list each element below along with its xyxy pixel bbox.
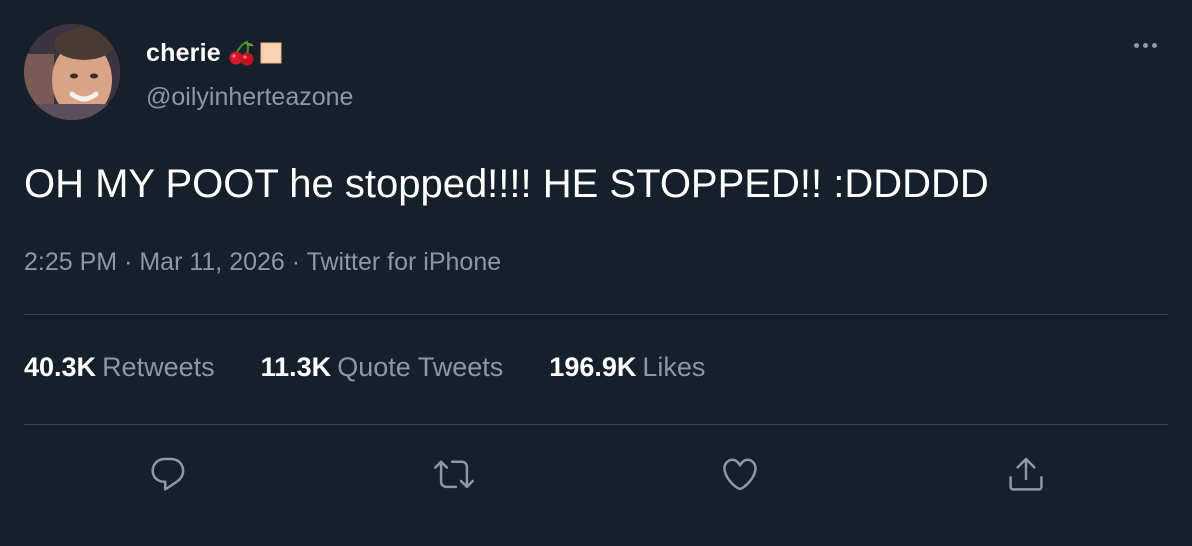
retweet-icon (434, 460, 474, 489)
tweet-stats: 40.3K Retweets 11.3K Quote Tweets 196.9K Li… (24, 352, 705, 383)
more-dot (1142, 42, 1148, 48)
share-icon (1009, 457, 1043, 491)
more-dot (1151, 42, 1157, 48)
retweets-label: Retweets (102, 352, 215, 382)
retweets-stat[interactable]: 40.3K Retweets (24, 352, 215, 383)
reply-button[interactable] (146, 452, 190, 496)
tweet-date[interactable]: Mar 11, 2026 (139, 248, 284, 276)
more-dot (1133, 42, 1139, 48)
cherries-emoji-icon (229, 40, 254, 66)
handle[interactable]: @oilyinherteazone (146, 83, 353, 112)
share-button[interactable] (1004, 452, 1048, 496)
reply-icon (151, 457, 185, 491)
retweets-count: 40.3K (24, 352, 97, 382)
quote-tweets-count: 11.3K (260, 352, 332, 382)
retweet-button[interactable] (432, 452, 476, 496)
meta-separator: · (124, 248, 140, 276)
name-emojis (227, 40, 283, 66)
divider (24, 314, 1168, 315)
display-name[interactable]: cherie (146, 39, 221, 68)
tweet-time[interactable]: 2:25 PM (24, 248, 117, 276)
more-options-button[interactable] (1128, 35, 1162, 55)
tweet-meta: 2:25 PM · Mar 11, 2026 · Twitter for iPh… (24, 248, 501, 277)
tweet-text: OH MY POOT he stopped!!!! HE STOPPED!! :… (24, 162, 989, 206)
avatar[interactable] (24, 24, 120, 120)
tweet-source[interactable]: Twitter for iPhone (307, 248, 502, 276)
likes-stat[interactable]: 196.9K Likes (549, 352, 705, 383)
heart-icon (723, 458, 757, 491)
tweet-card: cherie @oilyinherteazone OH MY POOT he s… (0, 0, 1192, 546)
meta-separator: · (291, 248, 307, 276)
divider (24, 424, 1168, 425)
likes-label: Likes (642, 352, 706, 382)
skin-tone-square-emoji-icon (260, 42, 282, 64)
like-button[interactable] (718, 452, 762, 496)
quote-tweets-stat[interactable]: 11.3K Quote Tweets (261, 352, 504, 383)
quote-tweets-label: Quote Tweets (337, 352, 504, 382)
likes-count: 196.9K (549, 352, 637, 382)
name-row[interactable]: cherie (146, 37, 283, 69)
